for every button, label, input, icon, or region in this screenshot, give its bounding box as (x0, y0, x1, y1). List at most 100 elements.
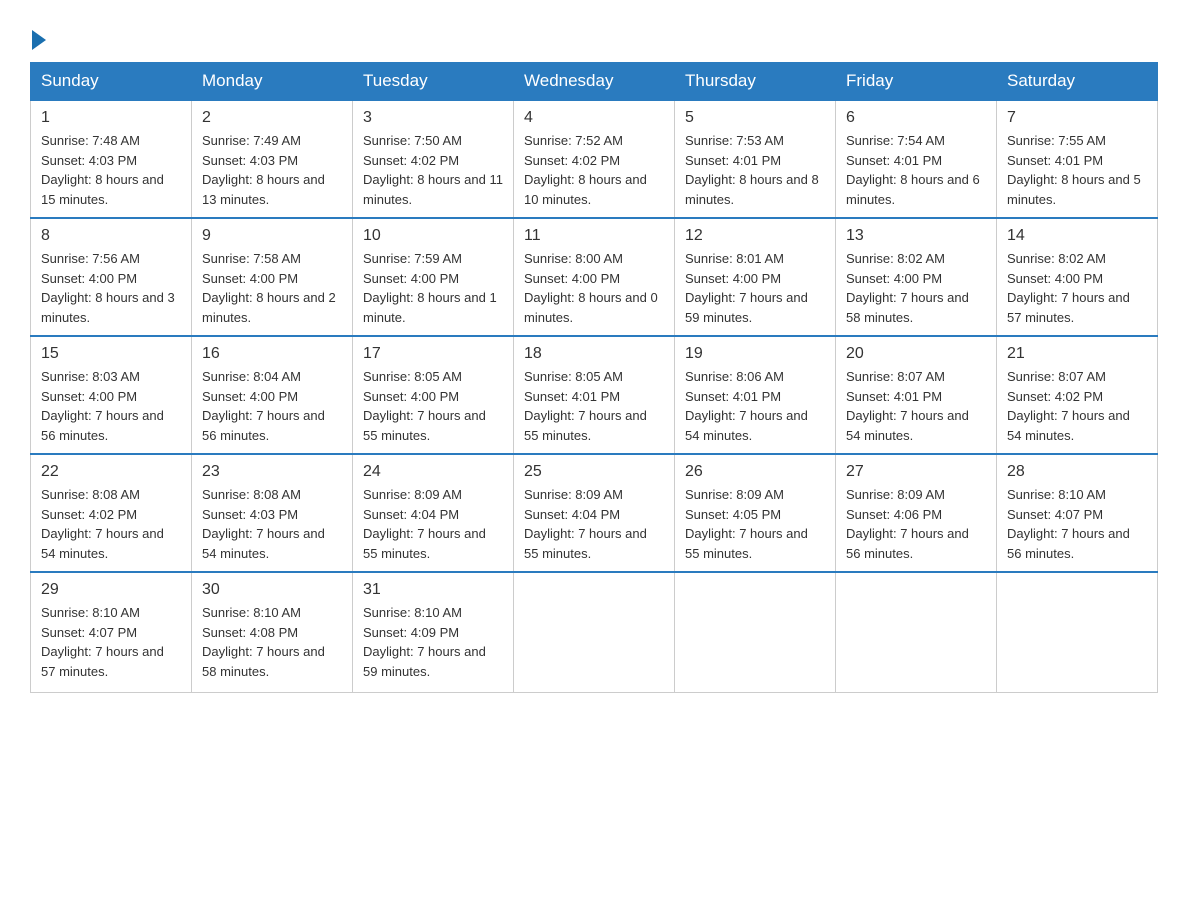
calendar-cell (514, 572, 675, 692)
day-info: Sunrise: 8:10 AM Sunset: 4:09 PM Dayligh… (363, 603, 503, 681)
weekday-header-saturday: Saturday (997, 63, 1158, 101)
day-number: 17 (363, 345, 503, 363)
calendar-cell (997, 572, 1158, 692)
day-number: 1 (41, 109, 181, 127)
logo-blue-container (30, 30, 46, 52)
day-number: 14 (1007, 227, 1147, 245)
calendar-cell: 5 Sunrise: 7:53 AM Sunset: 4:01 PM Dayli… (675, 100, 836, 218)
calendar-cell: 19 Sunrise: 8:06 AM Sunset: 4:01 PM Dayl… (675, 336, 836, 454)
day-info: Sunrise: 8:04 AM Sunset: 4:00 PM Dayligh… (202, 367, 342, 445)
day-info: Sunrise: 8:07 AM Sunset: 4:02 PM Dayligh… (1007, 367, 1147, 445)
day-number: 7 (1007, 109, 1147, 127)
day-info: Sunrise: 7:52 AM Sunset: 4:02 PM Dayligh… (524, 131, 664, 209)
calendar-cell: 15 Sunrise: 8:03 AM Sunset: 4:00 PM Dayl… (31, 336, 192, 454)
day-number: 19 (685, 345, 825, 363)
calendar-cell: 30 Sunrise: 8:10 AM Sunset: 4:08 PM Dayl… (192, 572, 353, 692)
day-info: Sunrise: 8:02 AM Sunset: 4:00 PM Dayligh… (846, 249, 986, 327)
day-number: 8 (41, 227, 181, 245)
day-number: 4 (524, 109, 664, 127)
day-number: 5 (685, 109, 825, 127)
day-number: 18 (524, 345, 664, 363)
calendar-cell: 18 Sunrise: 8:05 AM Sunset: 4:01 PM Dayl… (514, 336, 675, 454)
day-number: 30 (202, 581, 342, 599)
day-info: Sunrise: 7:56 AM Sunset: 4:00 PM Dayligh… (41, 249, 181, 327)
day-info: Sunrise: 8:05 AM Sunset: 4:00 PM Dayligh… (363, 367, 503, 445)
day-info: Sunrise: 8:06 AM Sunset: 4:01 PM Dayligh… (685, 367, 825, 445)
calendar-cell: 10 Sunrise: 7:59 AM Sunset: 4:00 PM Dayl… (353, 218, 514, 336)
day-number: 22 (41, 463, 181, 481)
day-info: Sunrise: 8:07 AM Sunset: 4:01 PM Dayligh… (846, 367, 986, 445)
calendar-cell: 16 Sunrise: 8:04 AM Sunset: 4:00 PM Dayl… (192, 336, 353, 454)
calendar-cell: 9 Sunrise: 7:58 AM Sunset: 4:00 PM Dayli… (192, 218, 353, 336)
calendar-cell: 14 Sunrise: 8:02 AM Sunset: 4:00 PM Dayl… (997, 218, 1158, 336)
day-number: 26 (685, 463, 825, 481)
calendar-cell: 27 Sunrise: 8:09 AM Sunset: 4:06 PM Dayl… (836, 454, 997, 572)
calendar-cell: 3 Sunrise: 7:50 AM Sunset: 4:02 PM Dayli… (353, 100, 514, 218)
logo-arrow-icon (32, 30, 46, 50)
day-info: Sunrise: 8:09 AM Sunset: 4:05 PM Dayligh… (685, 485, 825, 563)
calendar-cell: 12 Sunrise: 8:01 AM Sunset: 4:00 PM Dayl… (675, 218, 836, 336)
day-info: Sunrise: 7:59 AM Sunset: 4:00 PM Dayligh… (363, 249, 503, 327)
day-number: 10 (363, 227, 503, 245)
day-info: Sunrise: 8:09 AM Sunset: 4:04 PM Dayligh… (524, 485, 664, 563)
calendar-cell: 29 Sunrise: 8:10 AM Sunset: 4:07 PM Dayl… (31, 572, 192, 692)
day-number: 31 (363, 581, 503, 599)
day-info: Sunrise: 7:50 AM Sunset: 4:02 PM Dayligh… (363, 131, 503, 209)
calendar-cell: 20 Sunrise: 8:07 AM Sunset: 4:01 PM Dayl… (836, 336, 997, 454)
calendar-cell: 21 Sunrise: 8:07 AM Sunset: 4:02 PM Dayl… (997, 336, 1158, 454)
day-number: 27 (846, 463, 986, 481)
day-info: Sunrise: 8:05 AM Sunset: 4:01 PM Dayligh… (524, 367, 664, 445)
day-info: Sunrise: 8:03 AM Sunset: 4:00 PM Dayligh… (41, 367, 181, 445)
day-number: 25 (524, 463, 664, 481)
day-info: Sunrise: 8:00 AM Sunset: 4:00 PM Dayligh… (524, 249, 664, 327)
day-info: Sunrise: 8:10 AM Sunset: 4:07 PM Dayligh… (1007, 485, 1147, 563)
day-info: Sunrise: 7:49 AM Sunset: 4:03 PM Dayligh… (202, 131, 342, 209)
page-header (30, 20, 1158, 52)
day-number: 24 (363, 463, 503, 481)
calendar-cell: 7 Sunrise: 7:55 AM Sunset: 4:01 PM Dayli… (997, 100, 1158, 218)
calendar-cell: 8 Sunrise: 7:56 AM Sunset: 4:00 PM Dayli… (31, 218, 192, 336)
calendar-cell: 23 Sunrise: 8:08 AM Sunset: 4:03 PM Dayl… (192, 454, 353, 572)
day-info: Sunrise: 8:02 AM Sunset: 4:00 PM Dayligh… (1007, 249, 1147, 327)
logo-text (30, 30, 46, 52)
day-number: 13 (846, 227, 986, 245)
calendar-cell: 6 Sunrise: 7:54 AM Sunset: 4:01 PM Dayli… (836, 100, 997, 218)
day-info: Sunrise: 8:01 AM Sunset: 4:00 PM Dayligh… (685, 249, 825, 327)
calendar-cell: 11 Sunrise: 8:00 AM Sunset: 4:00 PM Dayl… (514, 218, 675, 336)
calendar-cell: 31 Sunrise: 8:10 AM Sunset: 4:09 PM Dayl… (353, 572, 514, 692)
logo (30, 20, 46, 52)
day-number: 15 (41, 345, 181, 363)
calendar-cell: 2 Sunrise: 7:49 AM Sunset: 4:03 PM Dayli… (192, 100, 353, 218)
day-info: Sunrise: 8:09 AM Sunset: 4:06 PM Dayligh… (846, 485, 986, 563)
day-number: 12 (685, 227, 825, 245)
day-number: 3 (363, 109, 503, 127)
day-number: 9 (202, 227, 342, 245)
day-number: 11 (524, 227, 664, 245)
day-number: 6 (846, 109, 986, 127)
day-info: Sunrise: 7:48 AM Sunset: 4:03 PM Dayligh… (41, 131, 181, 209)
day-number: 16 (202, 345, 342, 363)
calendar-cell: 1 Sunrise: 7:48 AM Sunset: 4:03 PM Dayli… (31, 100, 192, 218)
calendar-cell (675, 572, 836, 692)
calendar-cell: 25 Sunrise: 8:09 AM Sunset: 4:04 PM Dayl… (514, 454, 675, 572)
weekday-header-friday: Friday (836, 63, 997, 101)
day-info: Sunrise: 8:10 AM Sunset: 4:07 PM Dayligh… (41, 603, 181, 681)
calendar-cell (836, 572, 997, 692)
weekday-header-wednesday: Wednesday (514, 63, 675, 101)
day-number: 2 (202, 109, 342, 127)
day-info: Sunrise: 8:09 AM Sunset: 4:04 PM Dayligh… (363, 485, 503, 563)
calendar-cell: 4 Sunrise: 7:52 AM Sunset: 4:02 PM Dayli… (514, 100, 675, 218)
day-number: 29 (41, 581, 181, 599)
calendar-cell: 28 Sunrise: 8:10 AM Sunset: 4:07 PM Dayl… (997, 454, 1158, 572)
day-info: Sunrise: 8:08 AM Sunset: 4:03 PM Dayligh… (202, 485, 342, 563)
calendar-cell: 24 Sunrise: 8:09 AM Sunset: 4:04 PM Dayl… (353, 454, 514, 572)
day-info: Sunrise: 7:53 AM Sunset: 4:01 PM Dayligh… (685, 131, 825, 209)
day-number: 21 (1007, 345, 1147, 363)
weekday-header-tuesday: Tuesday (353, 63, 514, 101)
weekday-header-sunday: Sunday (31, 63, 192, 101)
calendar-table: SundayMondayTuesdayWednesdayThursdayFrid… (30, 62, 1158, 693)
day-number: 20 (846, 345, 986, 363)
day-info: Sunrise: 8:10 AM Sunset: 4:08 PM Dayligh… (202, 603, 342, 681)
calendar-cell: 26 Sunrise: 8:09 AM Sunset: 4:05 PM Dayl… (675, 454, 836, 572)
day-info: Sunrise: 7:55 AM Sunset: 4:01 PM Dayligh… (1007, 131, 1147, 209)
